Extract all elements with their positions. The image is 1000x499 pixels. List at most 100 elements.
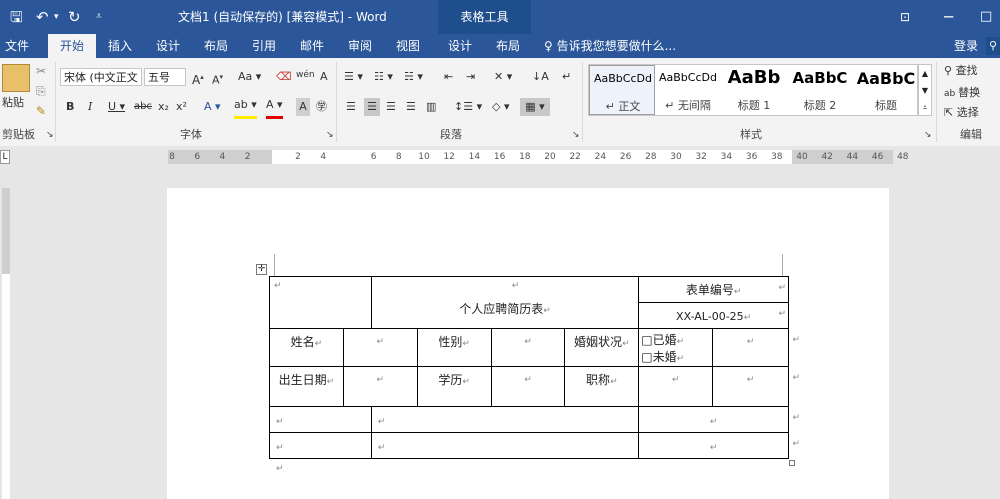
style-heading-1[interactable]: AaBb 标题 1 bbox=[721, 65, 787, 115]
copy-icon[interactable]: ⎘ bbox=[36, 82, 46, 100]
undo-icon[interactable]: ↶ bbox=[36, 6, 49, 28]
table-cell[interactable]: 性别↵ bbox=[416, 328, 492, 367]
table-cell-title[interactable]: ↵ 个人应聘简历表↵ bbox=[370, 276, 640, 329]
table-cell[interactable]: XX-AL-00-25↵ ↵ bbox=[638, 302, 789, 329]
align-right-icon[interactable]: ☰ bbox=[386, 98, 396, 116]
redo-icon[interactable]: ↻ bbox=[68, 6, 81, 28]
login-link[interactable]: 登录 bbox=[952, 34, 980, 58]
table-cell[interactable]: 职称↵ bbox=[564, 366, 640, 407]
underline-icon[interactable]: U ▾ bbox=[108, 98, 125, 116]
multilevel-list-icon[interactable]: ☵ ▾ bbox=[404, 68, 423, 86]
borders-icon[interactable]: ▦ ▾ bbox=[520, 98, 550, 116]
tab-review[interactable]: 审阅 bbox=[340, 34, 380, 58]
tab-insert[interactable]: 插入 bbox=[100, 34, 140, 58]
tab-table-layout[interactable]: 布局 bbox=[488, 34, 528, 58]
tab-file[interactable]: 文件 bbox=[0, 34, 34, 58]
phonetic-guide-icon[interactable]: wén bbox=[296, 66, 315, 84]
minimize-icon[interactable]: ─ bbox=[944, 6, 953, 28]
table-cell[interactable]: 学历↵ bbox=[416, 366, 492, 407]
table-cell[interactable]: □已婚↵ □未婚↵ bbox=[638, 328, 714, 367]
undo-dropdown-icon[interactable]: ▾ bbox=[54, 6, 59, 28]
superscript-icon[interactable]: x² bbox=[176, 98, 187, 116]
table-cell[interactable]: ↵ ↵ bbox=[638, 432, 800, 459]
align-center-icon[interactable]: ☰ bbox=[364, 98, 380, 116]
paste-icon[interactable] bbox=[2, 64, 30, 92]
character-shading-icon[interactable]: A bbox=[296, 98, 310, 116]
table-cell[interactable]: ↵ bbox=[269, 432, 372, 459]
numbering-icon[interactable]: ☷ ▾ bbox=[374, 68, 393, 86]
table-cell[interactable]: ↵ bbox=[490, 328, 566, 367]
tab-view[interactable]: 视图 bbox=[388, 34, 428, 58]
table-cell[interactable]: ↵ bbox=[342, 328, 418, 367]
table-cell[interactable]: 婚姻状况↵ bbox=[564, 328, 640, 367]
table-cell[interactable]: 表单编号↵ ↵ bbox=[638, 276, 789, 303]
tab-mailings[interactable]: 邮件 bbox=[292, 34, 332, 58]
find-button[interactable]: ⚲ 查找 bbox=[944, 62, 978, 80]
tab-design[interactable]: 设计 bbox=[148, 34, 188, 58]
chinese-layout-icon[interactable]: ✕ ▾ bbox=[494, 68, 512, 86]
option-married[interactable]: □已婚 bbox=[641, 333, 676, 347]
table-cell[interactable]: ↵ bbox=[490, 366, 566, 407]
shrink-font-icon[interactable]: A▾ bbox=[212, 68, 223, 87]
style-no-spacing[interactable]: AaBbCcDd ↵ 无间隔 bbox=[655, 65, 721, 115]
table-cell[interactable]: ↵ bbox=[638, 366, 714, 407]
show-marks-icon[interactable]: ↵ bbox=[562, 68, 571, 86]
decrease-indent-icon[interactable]: ⇤ bbox=[444, 68, 453, 86]
style-title[interactable]: AaBbC 标题 bbox=[853, 65, 919, 115]
maximize-icon[interactable]: □ bbox=[980, 6, 992, 28]
select-button[interactable]: ⇱ 选择 bbox=[944, 104, 979, 122]
table-cell[interactable]: ↵ bbox=[269, 406, 372, 433]
table-cell[interactable]: ↵ bbox=[370, 406, 640, 433]
strikethrough-icon[interactable]: abc bbox=[134, 98, 152, 116]
replace-button[interactable]: ab 替换 bbox=[944, 84, 980, 102]
table-cell[interactable]: ↵ bbox=[370, 432, 640, 459]
italic-icon[interactable]: I bbox=[88, 98, 92, 116]
style-normal[interactable]: AaBbCcDd ↵ 正文 bbox=[589, 65, 655, 115]
table-cell[interactable]: ↵ ↵ bbox=[712, 328, 800, 367]
dialog-launcher-icon[interactable]: ↘ bbox=[326, 127, 334, 143]
justify-icon[interactable]: ☰ bbox=[406, 98, 416, 116]
increase-indent-icon[interactable]: ⇥ bbox=[466, 68, 475, 86]
table-cell[interactable]: 姓名↵ bbox=[269, 328, 344, 367]
text-effects-icon[interactable]: A ▾ bbox=[204, 98, 221, 116]
style-heading-2[interactable]: AaBbC 标题 2 bbox=[787, 65, 853, 115]
enclose-characters-icon[interactable]: ㊫ bbox=[316, 98, 327, 116]
dialog-launcher-icon[interactable]: ↘ bbox=[572, 127, 580, 143]
tab-layout[interactable]: 布局 bbox=[196, 34, 236, 58]
dialog-launcher-icon[interactable]: ↘ bbox=[46, 127, 54, 143]
tab-references[interactable]: 引用 bbox=[244, 34, 284, 58]
tab-table-design[interactable]: 设计 bbox=[440, 34, 480, 58]
clear-formatting-icon[interactable]: ⌫ bbox=[276, 68, 292, 86]
save-icon[interactable]: 🖫 bbox=[10, 6, 23, 28]
bullets-icon[interactable]: ☰ ▾ bbox=[344, 68, 363, 86]
table-cell[interactable]: ↵ ↵ bbox=[712, 366, 800, 407]
dialog-launcher-icon[interactable]: ↘ bbox=[924, 127, 932, 143]
table-move-handle-icon[interactable]: ✛ bbox=[256, 264, 267, 275]
align-left-icon[interactable]: ☰ bbox=[346, 98, 356, 116]
font-name-select[interactable]: 宋体 (中文正文 bbox=[60, 68, 142, 86]
distributed-icon[interactable]: ▥ bbox=[426, 98, 436, 116]
table-cell[interactable]: ↵ ↵ bbox=[638, 406, 800, 433]
share-icon[interactable]: ⚲ bbox=[986, 37, 1000, 55]
change-case-button[interactable]: Aa ▾ bbox=[238, 68, 261, 86]
format-painter-icon[interactable]: ✎ bbox=[36, 102, 46, 120]
highlight-icon[interactable]: ab ▾ bbox=[234, 98, 257, 119]
character-border-icon[interactable]: A bbox=[320, 68, 328, 86]
grow-font-icon[interactable]: A▴ bbox=[192, 68, 204, 87]
subscript-icon[interactable]: x₂ bbox=[158, 98, 169, 116]
table-cell[interactable]: ↵ bbox=[269, 276, 372, 329]
table-cell[interactable]: ↵ bbox=[342, 366, 418, 407]
tell-me-box[interactable]: ♀ 告诉我您想要做什么... bbox=[544, 34, 676, 58]
tab-home[interactable]: 开始 bbox=[48, 34, 96, 58]
ribbon-display-icon[interactable]: ⊡ bbox=[900, 6, 910, 28]
tab-selector-icon[interactable]: L bbox=[0, 150, 10, 164]
paste-label[interactable]: 粘贴 bbox=[2, 94, 24, 112]
customize-qat-icon[interactable]: ⩡ bbox=[96, 6, 102, 28]
cut-icon[interactable]: ✂ bbox=[36, 62, 46, 80]
sort-icon[interactable]: ↓A bbox=[532, 68, 549, 86]
font-color-icon[interactable]: A ▾ bbox=[266, 98, 283, 119]
gallery-scroll[interactable]: ▲ ▼ ⩡ bbox=[918, 64, 932, 116]
font-size-select[interactable]: 五号 bbox=[144, 68, 186, 86]
shading-icon[interactable]: ◇ ▾ bbox=[492, 98, 509, 116]
option-unmarried[interactable]: □未婚 bbox=[641, 350, 676, 364]
